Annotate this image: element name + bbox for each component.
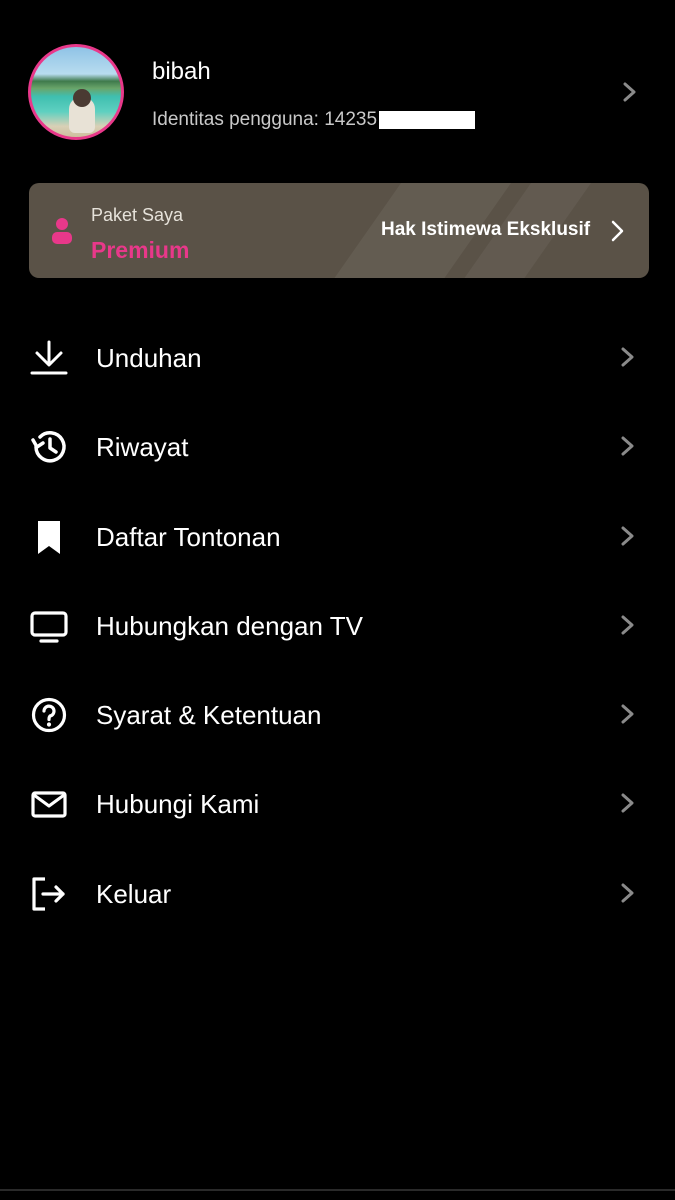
menu-item-label: Daftar Tontonan (96, 521, 281, 552)
username: bibah (152, 58, 211, 85)
profile-header[interactable]: bibah Identitas pengguna: 14235 (0, 0, 675, 180)
bottom-divider (0, 1189, 675, 1191)
menu-item-downloads[interactable]: Unduhan (0, 313, 675, 402)
download-icon (30, 340, 68, 375)
help-circle-icon (31, 698, 67, 733)
menu-list: Unduhan Riwayat Daftar Tontonan Hubungka… (0, 313, 675, 938)
logout-icon (32, 877, 65, 911)
menu-item-label: Syarat & Ketentuan (96, 700, 322, 731)
menu-item-watchlist[interactable]: Daftar Tontonan (0, 492, 675, 581)
menu-item-logout[interactable]: Keluar (0, 849, 675, 938)
chevron-right-icon (621, 793, 634, 813)
menu-item-contact[interactable]: Hubungi Kami (0, 759, 675, 848)
menu-item-label: Unduhan (96, 343, 202, 373)
menu-item-label: Hubungkan dengan TV (96, 610, 363, 641)
chevron-right-icon (621, 526, 634, 546)
bookmark-icon (38, 520, 60, 554)
user-id-redaction (379, 111, 476, 129)
avatar-head (73, 89, 91, 107)
chevron-right-icon[interactable] (620, 80, 640, 104)
plan-value: Premium (91, 237, 190, 263)
tv-icon (30, 611, 68, 643)
user-id-label: Identitas pengguna: 14235 (152, 109, 378, 130)
chevron-right-icon (621, 347, 634, 367)
user-id-row: Identitas pengguna: 14235 (152, 108, 476, 132)
chevron-right-icon (621, 704, 634, 724)
avatar[interactable] (28, 44, 124, 140)
menu-item-history[interactable]: Riwayat (0, 402, 675, 491)
chevron-right-icon[interactable] (609, 219, 627, 243)
plan-label: Paket Saya (91, 205, 184, 225)
chevron-right-icon (621, 615, 634, 635)
user-icon (52, 218, 72, 244)
menu-item-label: Riwayat (96, 432, 189, 463)
menu-item-terms[interactable]: Syarat & Ketentuan (0, 670, 675, 759)
chevron-right-icon (621, 436, 634, 456)
history-icon (31, 431, 66, 463)
menu-item-label: Hubungi Kami (96, 789, 260, 820)
mail-icon (31, 791, 67, 819)
plan-card[interactable]: Paket Saya Premium Hak Istimewa Eksklusi… (29, 183, 649, 278)
menu-item-label: Keluar (96, 878, 172, 909)
chevron-right-icon (621, 883, 634, 903)
menu-item-connect-tv[interactable]: Hubungkan dengan TV (0, 581, 675, 670)
exclusive-benefits-link[interactable]: Hak Istimewa Eksklusif (381, 219, 590, 241)
